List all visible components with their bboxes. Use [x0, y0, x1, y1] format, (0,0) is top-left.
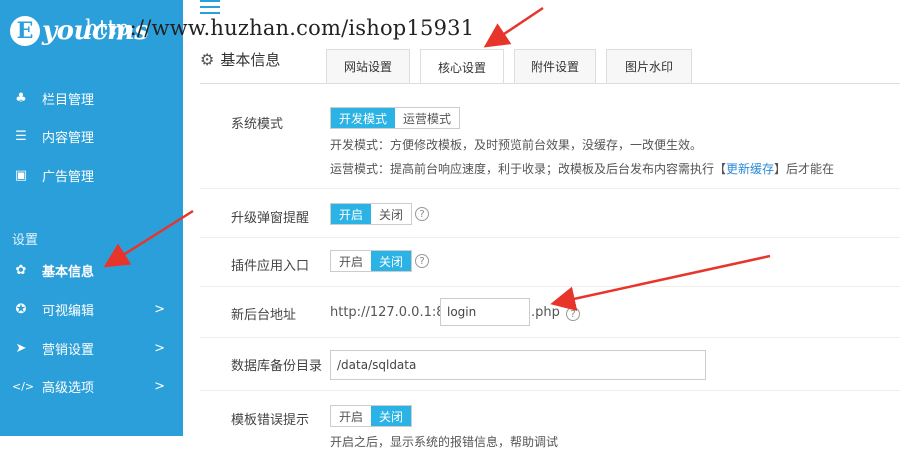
- arrow-to-admin-url: [550, 254, 771, 312]
- arrow-to-core-tab: [483, 6, 544, 48]
- arrow-to-basic-info: [103, 209, 194, 268]
- annotation-arrows: [103, 6, 771, 312]
